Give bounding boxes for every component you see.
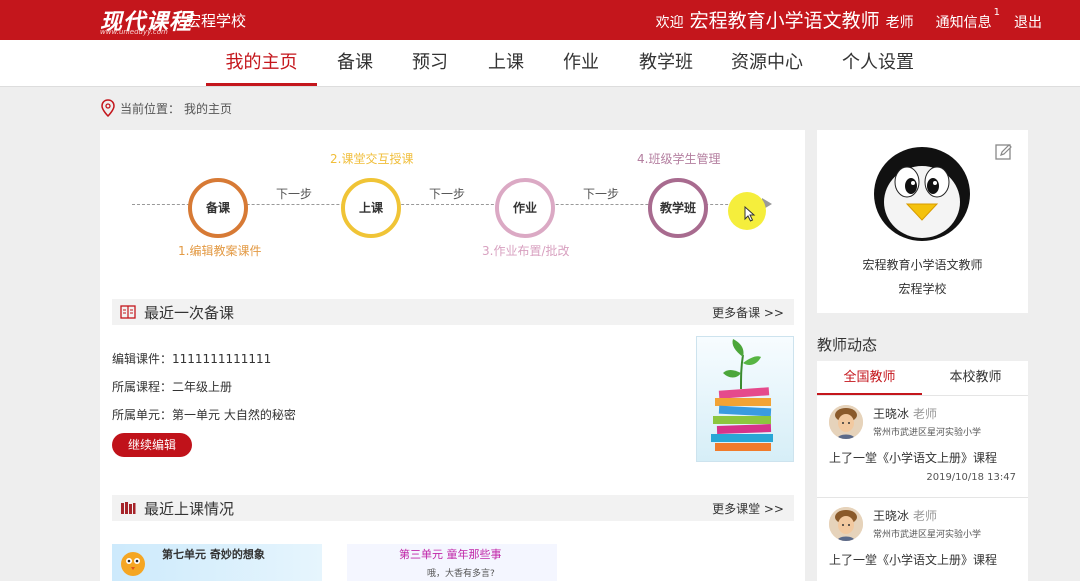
teacher-name[interactable]: 王晓冰 [873,509,909,523]
more-class-link[interactable]: 更多课堂 >> [712,500,784,517]
next-step-label: 下一步 [583,187,620,201]
tab-divider [817,395,1028,396]
unit-label: 所属单元： [112,408,173,422]
step-prepare-circle[interactable]: 备课 [188,178,248,238]
course-value: 二年级上册 [172,380,233,394]
school-name: 宏程学校 [186,12,247,30]
tab-national-teachers[interactable]: 全国教师 [817,361,922,395]
brand-logo-url: www.unieduyy.com [100,28,168,36]
class-thumbnail[interactable]: 第三单元 童年那些事 哦，大香有多言? [347,544,557,581]
book-open-icon [120,305,136,319]
logout-link[interactable]: 退出 [1014,12,1042,32]
thumbnail-title: 第七单元 奇妙的想象 [162,548,265,561]
feed-divider [817,497,1028,498]
continue-edit-button[interactable]: 继续编辑 [112,433,192,457]
avatar[interactable] [873,146,971,242]
cartoon-bird-icon [121,552,145,576]
nav-resource-center[interactable]: 资源中心 [724,40,810,86]
step-homework-circle[interactable]: 作业 [495,178,555,238]
workflow-steps: 备课 上课 作业 教学班 下一步 下一步 下一步 1.编辑教案课件 2.课堂交互… [100,130,805,280]
feed-action: 上了一堂《小学语文上册》课程 [829,553,998,567]
next-step-label: 下一步 [276,187,313,201]
nav-preview[interactable]: 预习 [401,40,459,86]
teacher-name[interactable]: 王晓冰 [873,407,909,421]
teacher-role: 老师 [913,407,938,421]
step-4-label: 4.班级学生管理 [637,152,721,166]
recent-prep-header: 最近一次备课 更多备课 >> [112,299,794,325]
step-2-label: 2.课堂交互授课 [330,152,414,166]
step-class-circle[interactable]: 上课 [341,178,401,238]
welcome-text: 欢迎 [655,15,684,31]
profile-school: 宏程学校 [898,282,947,296]
location-pin-icon [101,99,115,117]
unit-row: 所属单元：第一单元 大自然的秘密 [112,406,296,423]
feed-time: 2019/10/18 13:47 [926,472,1016,483]
step-teaching-class-circle[interactable]: 教学班 [648,178,708,238]
notice-link[interactable]: 通知信息1 [935,7,1000,32]
nav-personal-settings[interactable]: 个人设置 [835,40,921,86]
feed-item[interactable]: 王晓冰 老师 常州市武进区星河实验小学 上了一堂《小学语文上册》课程 [817,499,1028,581]
user-role: 老师 [885,15,914,31]
teacher-dynamics-panel: 全国教师 本校教师 王晓冰 老师 常州市武进区星河实验小学 上了一堂《小学语文上册… [817,361,1028,581]
breadcrumb-prefix: 当前位置： [120,101,181,116]
breadcrumb: 当前位置： 我的主页 [100,99,232,117]
main-nav: 我的主页 备课 预习 上课 作业 教学班 资源中心 个人设置 [0,40,1080,87]
teacher-location: 常州市武进区星河实验小学 [873,428,982,438]
mouse-pointer-icon [744,206,756,222]
top-bar: 现代课程 www.unieduyy.com 宏程学校 欢迎 宏程教育小学语文教师… [0,0,1080,40]
profile-name: 宏程教育小学语文教师 [862,258,983,272]
courseware-label: 编辑课件： [112,352,173,366]
feed-teacher: 王晓冰 老师 [873,405,937,422]
courseware-row: 编辑课件：1111111111111 [112,350,271,367]
teacher-avatar [829,405,863,439]
unit-value: 第一单元 大自然的秘密 [172,408,296,422]
courseware-cover-image[interactable] [696,336,794,462]
teacher-avatar [829,507,863,541]
recent-prep-title: 最近一次备课 [144,304,235,322]
recent-class-header: 最近上课情况 更多课堂 >> [112,495,794,521]
nav-home[interactable]: 我的主页 [206,40,317,86]
edit-icon[interactable] [994,142,1014,162]
courseware-value: 1111111111111 [172,352,272,366]
course-row: 所属课程：二年级上册 [112,378,232,395]
nav-teaching-class[interactable]: 教学班 [630,40,702,86]
teacher-location: 常州市武进区星河实验小学 [873,530,982,540]
books-icon [121,502,136,514]
step-3-label: 3.作业布置/批改 [482,244,570,258]
notice-count-badge: 1 [993,7,1000,19]
teacher-face-icon [829,405,863,439]
main-panel: 备课 上课 作业 教学班 下一步 下一步 下一步 1.编辑教案课件 2.课堂交互… [100,130,805,581]
tab-school-teachers[interactable]: 本校教师 [923,361,1028,395]
more-prep-link[interactable]: 更多备课 >> [712,304,784,321]
nav-prepare[interactable]: 备课 [326,40,384,86]
breadcrumb-current[interactable]: 我的主页 [184,100,232,117]
user-name: 宏程教育小学语文教师 [689,10,880,32]
teacher-dynamics-title: 教师动态 [817,336,878,354]
recent-class-title: 最近上课情况 [144,500,235,518]
teacher-face-icon [829,507,863,541]
nav-homework[interactable]: 作业 [552,40,610,86]
feed-action: 上了一堂《小学语文上册》课程 [829,451,998,465]
books-plant-icon [711,339,773,451]
feed-item[interactable]: 王晓冰 老师 常州市武进区星河实验小学 上了一堂《小学语文上册》课程 2019/1… [817,397,1028,495]
next-step-label: 下一步 [429,187,466,201]
profile-card: 宏程教育小学语文教师 宏程学校 [817,130,1028,313]
course-label: 所属课程： [112,380,173,394]
thumbnail-title: 第三单元 童年那些事 [399,548,502,561]
step-1-label: 1.编辑教案课件 [178,244,262,258]
teacher-role: 老师 [913,509,938,523]
thumbnail-subtitle: 哦，大香有多言? [427,569,495,579]
class-thumbnail[interactable]: 第七单元 奇妙的想象 [112,544,322,581]
user-welcome: 欢迎 宏程教育小学语文教师 老师 通知信息1 退出 [656,6,1042,33]
nav-class[interactable]: 上课 [477,40,535,86]
feed-teacher: 王晓冰 老师 [873,507,937,524]
notice-label: 通知信息 [935,15,992,31]
